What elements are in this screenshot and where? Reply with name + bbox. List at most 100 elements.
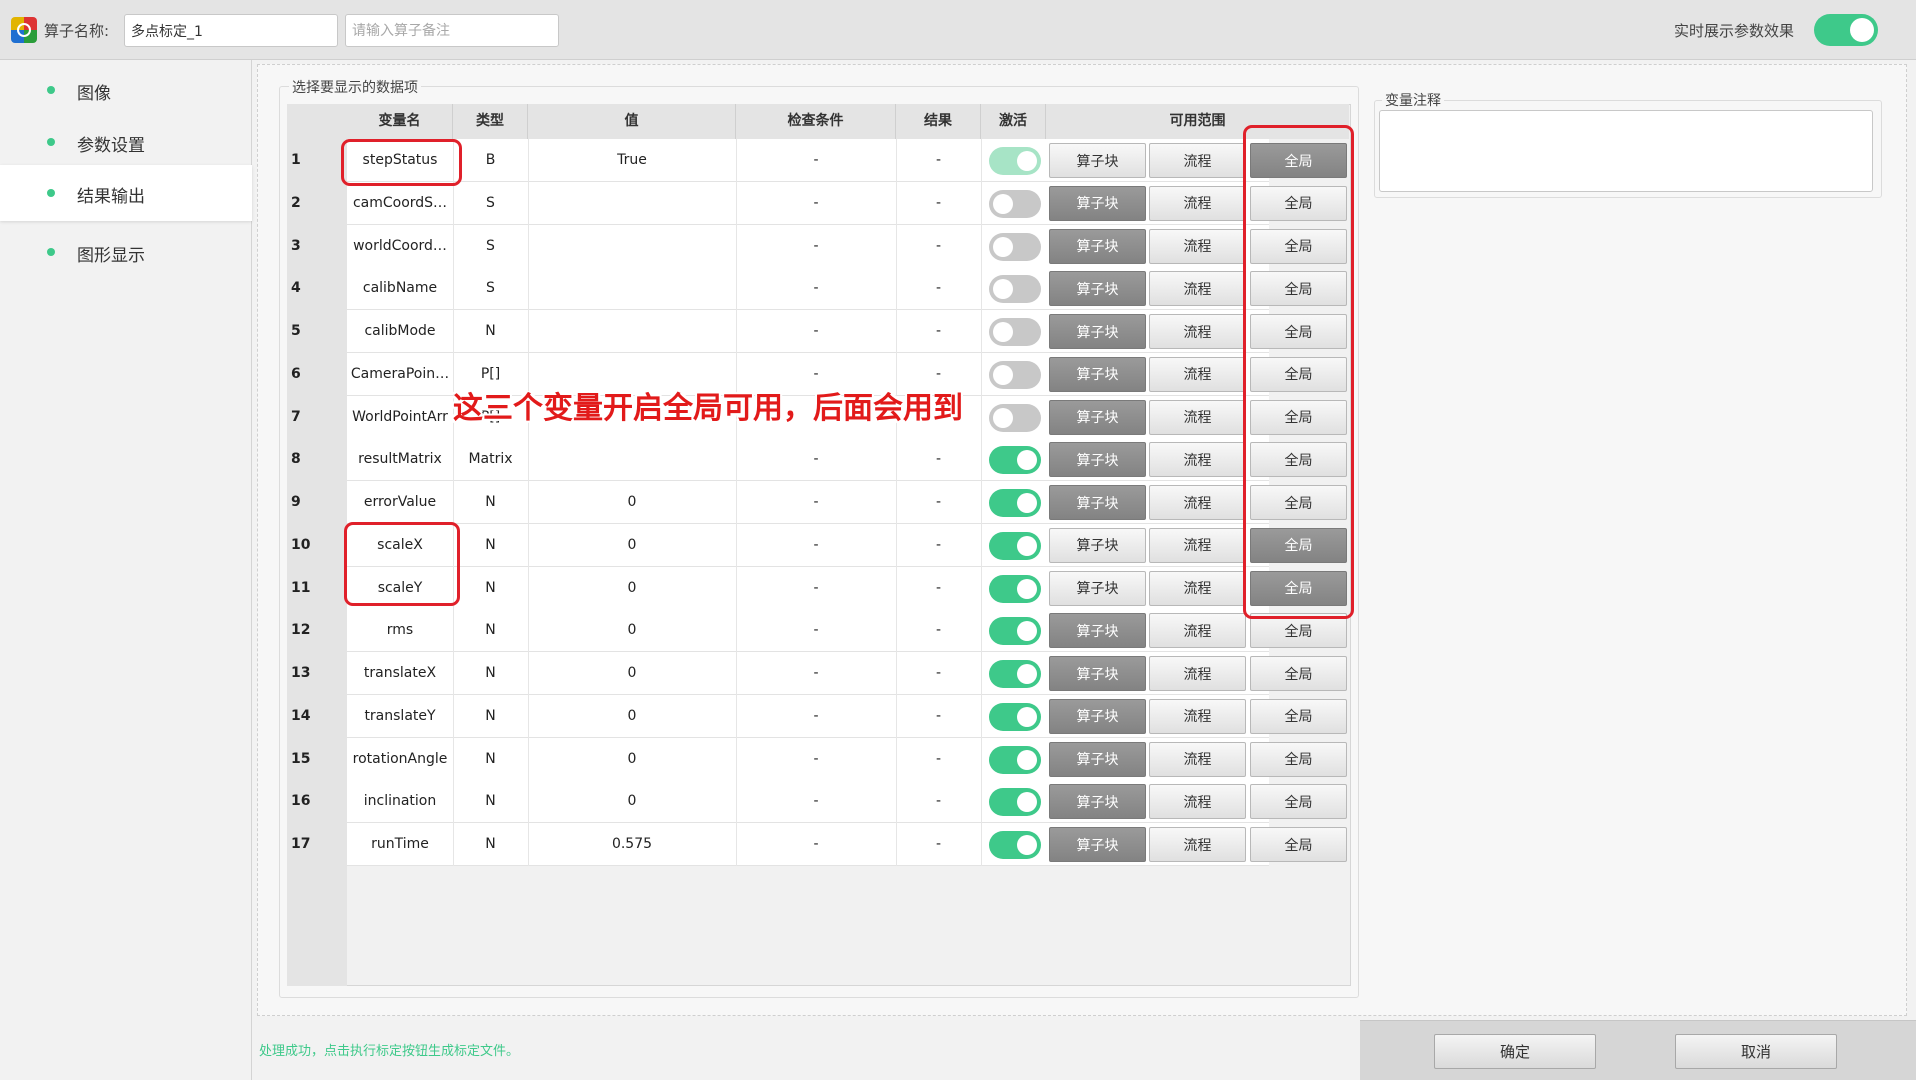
active-toggle[interactable] — [989, 489, 1041, 517]
active-toggle[interactable] — [989, 660, 1041, 688]
active-toggle[interactable] — [989, 531, 1041, 560]
active-toggle[interactable] — [989, 831, 1041, 859]
table-row[interactable]: 17 runTime N 0.575 - - 算子块 流程 全局 — [287, 823, 1351, 866]
column-divider — [736, 523, 737, 567]
scope-block-button[interactable]: 算子块 — [1049, 271, 1146, 307]
scope-block-button[interactable]: 算子块 — [1049, 314, 1146, 349]
scope-process-button[interactable]: 流程 — [1149, 143, 1246, 178]
scope-process-button[interactable]: 流程 — [1149, 442, 1246, 478]
table-row[interactable]: 12 rms N 0- - 算子块 流程 全局 — [287, 609, 1351, 653]
annotation-text: 这三个变量开启全局可用，后面会用到 — [453, 391, 963, 426]
sidebar-item-result-output[interactable]: 结果输出 — [0, 165, 252, 221]
scope-process-button[interactable]: 流程 — [1149, 613, 1246, 649]
result-cell: - — [935, 836, 942, 852]
active-toggle[interactable] — [989, 189, 1041, 218]
table-row[interactable]: 5 calibMode N - - 算子块 流程 全局 — [287, 310, 1351, 353]
variable-name-cell: rotationAngle — [352, 750, 448, 767]
scope-process-button[interactable]: 流程 — [1149, 827, 1246, 862]
operator-name-input[interactable] — [124, 14, 338, 47]
scope-block-button[interactable]: 算子块 — [1049, 741, 1146, 777]
confirm-button[interactable]: 确定 — [1434, 1034, 1596, 1069]
scope-process-button[interactable]: 流程 — [1149, 399, 1246, 435]
active-toggle[interactable] — [989, 745, 1041, 774]
scope-block-button[interactable]: 算子块 — [1049, 784, 1146, 820]
scope-global-button[interactable]: 全局 — [1250, 827, 1347, 862]
scope-block-button[interactable]: 算子块 — [1049, 399, 1146, 435]
variable-note-textarea[interactable] — [1379, 110, 1873, 192]
scope-block-button[interactable]: 算子块 — [1049, 827, 1146, 862]
column-divider — [981, 652, 982, 695]
active-toggle[interactable] — [989, 574, 1041, 603]
scope-block-button[interactable]: 算子块 — [1049, 485, 1146, 520]
scope-block-button[interactable]: 算子块 — [1049, 228, 1146, 264]
column-divider — [981, 395, 982, 439]
column-divider — [896, 566, 897, 610]
realtime-preview-toggle[interactable] — [1814, 14, 1878, 46]
scope-process-button[interactable]: 流程 — [1149, 741, 1246, 777]
scope-process-button[interactable]: 流程 — [1149, 485, 1246, 520]
table-row[interactable]: 2 camCoordS… S - - 算子块 流程 全局 — [287, 181, 1351, 225]
active-toggle[interactable] — [989, 360, 1041, 389]
scope-block-button[interactable]: 算子块 — [1049, 143, 1146, 178]
table-row[interactable]: 15 rotationAngle N 0 - - 算子块 流程 全局 — [287, 737, 1351, 781]
type-cell: N — [485, 793, 496, 810]
table-row[interactable]: 9 errorValue N 0- - 算子块 流程 全局 — [287, 481, 1351, 524]
result-cell: - — [935, 579, 942, 596]
table-row[interactable]: 8 resultMatrix Matrix - - 算子块 流程 全局 — [287, 438, 1351, 482]
scope-process-button[interactable]: 流程 — [1149, 570, 1246, 606]
active-toggle[interactable] — [989, 275, 1041, 304]
condition-cell: - — [813, 451, 819, 468]
cancel-button[interactable]: 取消 — [1675, 1034, 1837, 1069]
column-divider — [453, 481, 454, 524]
active-toggle[interactable] — [989, 446, 1041, 475]
column-divider — [981, 523, 982, 567]
scope-process-button[interactable]: 流程 — [1149, 784, 1246, 820]
type-cell: S — [486, 194, 495, 211]
column-divider — [896, 267, 897, 311]
scope-global-button[interactable]: 全局 — [1250, 741, 1347, 777]
table-row[interactable]: 4 calibName S - - 算子块 流程 全局 — [287, 267, 1351, 311]
scope-block-button[interactable]: 算子块 — [1049, 613, 1146, 649]
result-cell: - — [935, 793, 942, 810]
scope-global-button[interactable]: 全局 — [1250, 784, 1347, 820]
scope-process-button[interactable]: 流程 — [1149, 698, 1246, 734]
scope-block-button[interactable]: 算子块 — [1049, 442, 1146, 478]
column-divider — [736, 310, 737, 353]
scope-process-button[interactable]: 流程 — [1149, 527, 1246, 563]
scope-block-button[interactable]: 算子块 — [1049, 185, 1146, 221]
scope-block-button[interactable]: 算子块 — [1049, 656, 1146, 691]
sidebar-item-param-settings[interactable]: 参数设置 — [0, 114, 252, 170]
operator-note-input[interactable] — [345, 14, 559, 47]
table-row[interactable]: 16 inclination N 0 - - 算子块 流程 全局 — [287, 780, 1351, 824]
active-toggle[interactable] — [989, 702, 1041, 731]
column-divider — [896, 780, 897, 824]
scope-process-button[interactable]: 流程 — [1149, 656, 1246, 691]
scope-block-button[interactable]: 算子块 — [1049, 356, 1146, 392]
scope-global-button[interactable]: 全局 — [1250, 698, 1347, 734]
column-divider — [896, 823, 897, 866]
scope-global-button[interactable]: 全局 — [1250, 656, 1347, 691]
scope-process-button[interactable]: 流程 — [1149, 356, 1246, 392]
active-toggle[interactable] — [989, 147, 1041, 175]
scope-block-button[interactable]: 算子块 — [1049, 698, 1146, 734]
sidebar-item-graphic-display[interactable]: 图形显示 — [0, 224, 252, 280]
scope-process-button[interactable]: 流程 — [1149, 271, 1246, 307]
active-toggle[interactable] — [989, 318, 1041, 346]
header-type: 类型 — [453, 104, 528, 139]
table-row[interactable]: 13 translateX N 0 - - 算子块 流程 全局 — [287, 652, 1351, 695]
active-toggle[interactable] — [989, 232, 1041, 261]
type-cell: N — [485, 622, 496, 639]
active-toggle[interactable] — [989, 788, 1041, 817]
scope-process-button[interactable]: 流程 — [1149, 185, 1246, 221]
scope-block-button[interactable]: 算子块 — [1049, 527, 1146, 563]
active-toggle[interactable] — [989, 403, 1041, 432]
table-row[interactable]: 3 worldCoord… S - - 算子块 流程 全局 — [287, 224, 1351, 268]
table-row[interactable]: 14 translateY N 0 - - 算子块 流程 全局 — [287, 694, 1351, 738]
scope-block-button[interactable]: 算子块 — [1049, 570, 1146, 606]
scope-process-button[interactable]: 流程 — [1149, 314, 1246, 349]
type-cell: S — [486, 280, 495, 297]
scope-process-button[interactable]: 流程 — [1149, 228, 1246, 264]
column-divider — [896, 652, 897, 695]
sidebar-item-image[interactable]: 图像 — [0, 62, 252, 118]
active-toggle[interactable] — [989, 617, 1041, 646]
